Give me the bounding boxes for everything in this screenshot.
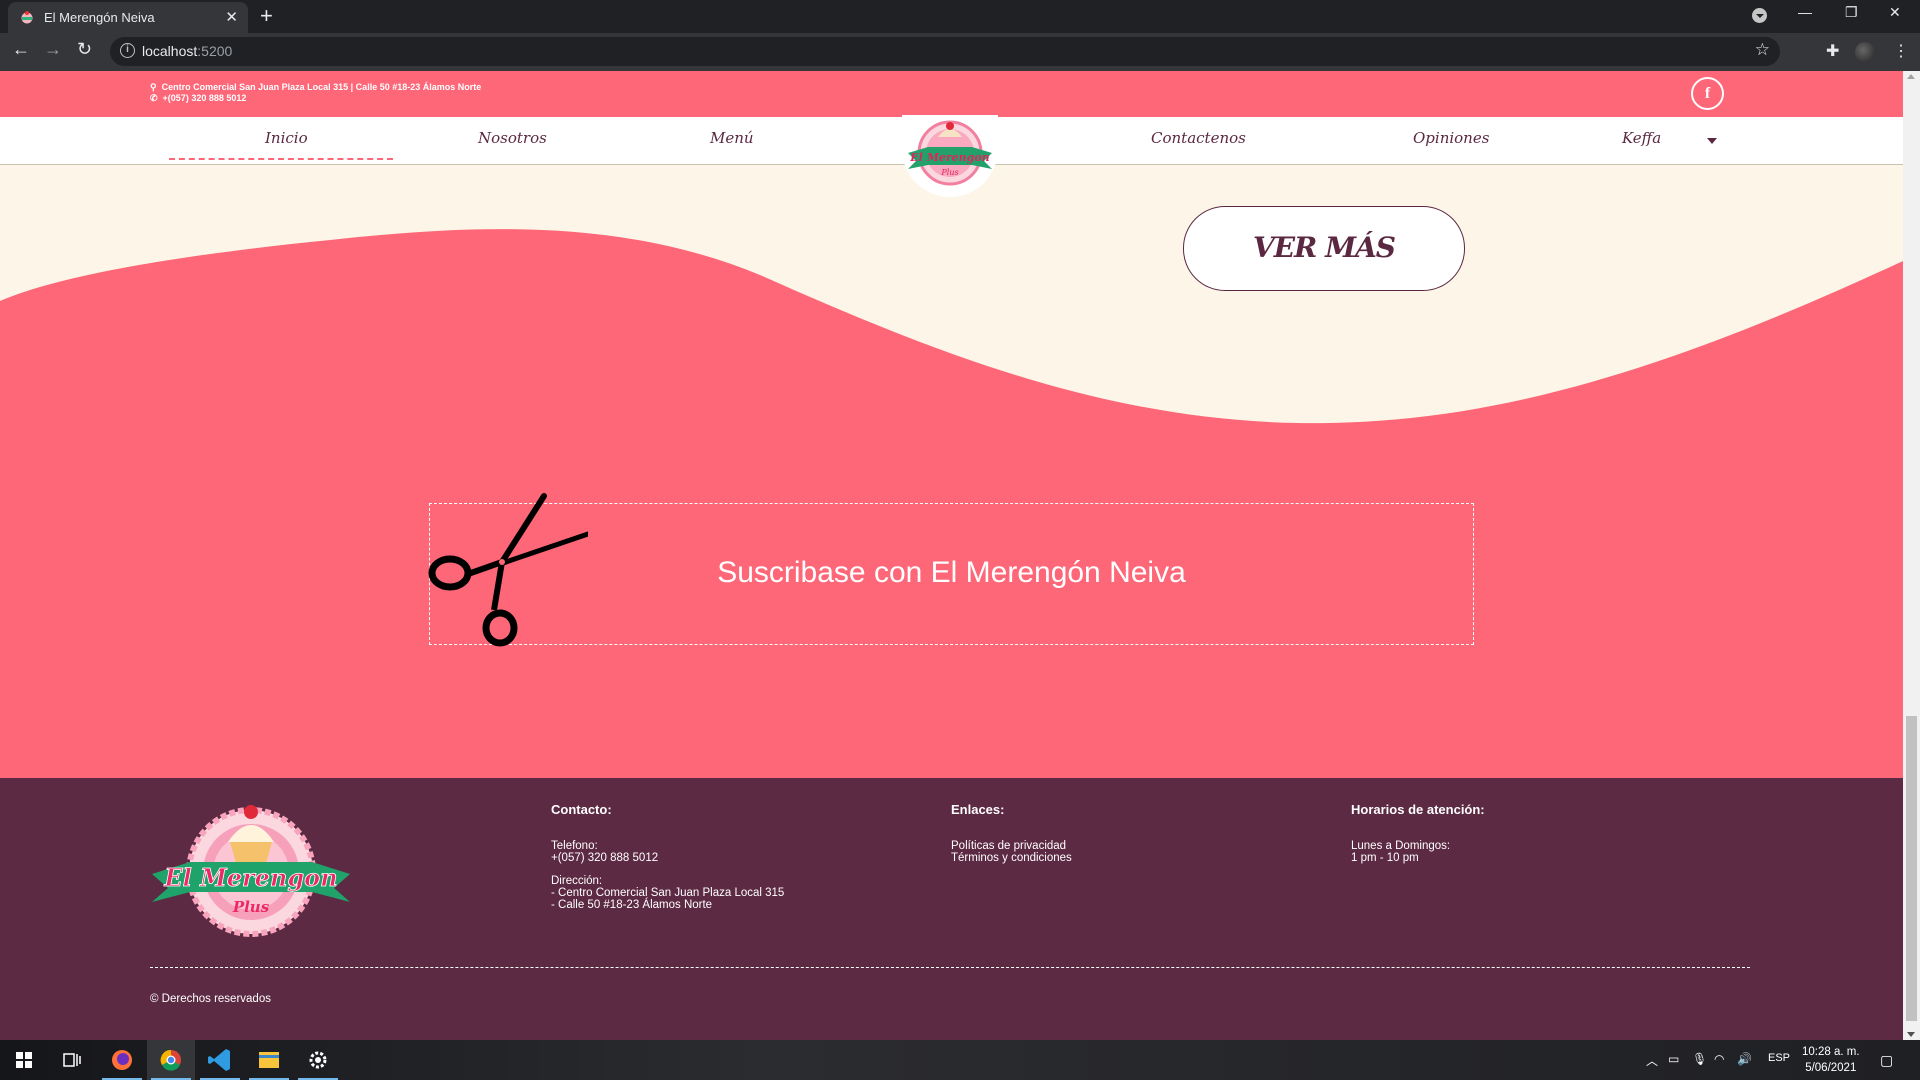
minimize-icon[interactable]: — — [1798, 4, 1812, 20]
footer-logo: El Merengon Plus — [152, 805, 350, 937]
privacy-policy-link[interactable]: Políticas de privacidad — [951, 840, 1072, 852]
bookmark-star-icon[interactable]: ☆ — [1755, 40, 1770, 60]
footer-hours-title: Horarios de atención: — [1351, 802, 1485, 817]
notifications-icon[interactable]: ▢ — [1880, 1052, 1893, 1069]
close-tab-icon[interactable]: ✕ — [225, 8, 238, 26]
footer-contact-title: Contacto: — [551, 802, 612, 817]
chrome-menu-icon[interactable]: ⋮ — [1893, 41, 1909, 61]
phone-icon: ✆ — [150, 93, 158, 103]
taskbar-clock[interactable]: 10:28 a. m. 5/06/2021 — [1802, 1044, 1860, 1076]
svg-text:El Merengon: El Merengon — [163, 863, 337, 892]
browser-tab-strip: El Merengón Neiva ✕ + — ❐ ✕ — [0, 0, 1920, 33]
scrollbar-thumb[interactable] — [1906, 716, 1917, 1021]
wave-background — [0, 165, 1903, 778]
chrome-taskbar-icon[interactable] — [147, 1040, 195, 1080]
windows-start-icon[interactable] — [0, 1040, 48, 1080]
scroll-down-icon[interactable] — [1907, 1032, 1915, 1037]
merengon-logo-icon: El Merengon Plus — [908, 120, 992, 186]
settings-taskbar-icon[interactable] — [294, 1040, 342, 1080]
scissors-icon — [428, 493, 588, 647]
profile-avatar[interactable] — [1855, 42, 1875, 62]
nav-item-opiniones[interactable]: Opiniones — [1413, 129, 1489, 147]
url-text: localhost:5200 — [142, 43, 233, 59]
volume-icon[interactable]: 🔊 — [1737, 1052, 1752, 1066]
site-footer: El Merengon Plus Contacto: Telefono: +(05… — [0, 778, 1903, 1040]
site-favicon-icon — [21, 11, 33, 24]
footer-links: Enlaces: Políticas de privacidad Término… — [951, 802, 1072, 864]
site-info-icon[interactable]: i — [120, 43, 135, 58]
windows-taskbar: ︿ ▭ 🎙 ◠ 🔊 ESP 10:28 a. m. 5/06/2021 ▢ — [0, 1040, 1920, 1080]
chevron-down-icon[interactable] — [1707, 138, 1717, 144]
browser-toolbar: ← → ↻ i localhost:5200 ☆ ✚ ⋮ — [0, 33, 1920, 71]
footer-address-label: Dirección: — [551, 875, 603, 887]
svg-text:Plus: Plus — [232, 898, 270, 916]
copyright-text: © Derechos reservados — [150, 993, 271, 1005]
footer-phone-label: Telefono: — [551, 840, 598, 852]
wifi-icon[interactable]: ◠ — [1714, 1052, 1724, 1066]
extensions-icon[interactable]: ✚ — [1826, 41, 1839, 61]
close-window-icon[interactable]: ✕ — [1889, 4, 1901, 21]
tray-overflow-icon[interactable]: ︿ — [1646, 1052, 1658, 1069]
scroll-up-icon[interactable] — [1907, 74, 1915, 79]
footer-hours-days: Lunes a Domingos: — [1351, 840, 1451, 852]
battery-icon[interactable]: ▭ — [1668, 1052, 1679, 1066]
svg-text:Plus: Plus — [940, 168, 958, 177]
topbar-phone: +(057) 320 888 5012 — [162, 93, 247, 103]
location-pin-icon: ⚲ — [150, 82, 157, 92]
contact-strip: ⚲ Centro Comercial San Juan Plaza Local 3… — [150, 82, 481, 104]
file-explorer-taskbar-icon[interactable] — [245, 1040, 293, 1080]
facebook-icon[interactable]: f — [1691, 77, 1724, 110]
nav-item-contactenos[interactable]: Contactenos — [1151, 129, 1246, 147]
svg-text:El Merengon: El Merengon — [909, 151, 989, 164]
firefox-taskbar-icon[interactable] — [98, 1040, 146, 1080]
ver-mas-button[interactable]: VER MÁS — [1183, 206, 1465, 291]
topbar-address: Centro Comercial San Juan Plaza Local 31… — [161, 82, 482, 92]
nav-logo-badge[interactable]: El Merengon Plus — [902, 115, 998, 197]
address-bar[interactable]: i localhost:5200 ☆ — [110, 37, 1780, 66]
page-scrollbar[interactable] — [1903, 71, 1920, 1040]
vscode-taskbar-icon[interactable] — [196, 1040, 244, 1080]
site-topbar: ⚲ Centro Comercial San Juan Plaza Local 3… — [0, 71, 1903, 117]
clock-date: 5/06/2021 — [1805, 1062, 1857, 1074]
footer-hours: Horarios de atención: Lunes a Domingos: 1… — [1351, 802, 1485, 875]
browser-tab[interactable]: El Merengón Neiva ✕ — [8, 2, 248, 33]
footer-links-title: Enlaces: — [951, 802, 1005, 817]
active-nav-underline — [169, 158, 393, 160]
restore-icon[interactable]: ❐ — [1845, 4, 1858, 21]
terms-link[interactable]: Términos y condiciones — [951, 852, 1072, 864]
tab-search-icon[interactable] — [1752, 8, 1767, 23]
footer-hours-time: 1 pm - 10 pm — [1351, 852, 1419, 864]
forward-icon[interactable]: → — [44, 39, 62, 60]
nav-item-keffa[interactable]: Keffa — [1622, 129, 1661, 147]
nav-item-nosotros[interactable]: Nosotros — [478, 129, 547, 147]
microphone-icon[interactable]: 🎙 — [1692, 1052, 1707, 1066]
footer-phone: +(057) 320 888 5012 — [551, 852, 659, 864]
footer-contact: Contacto: Telefono: +(057) 320 888 5012 D… — [551, 802, 785, 922]
tab-title: El Merengón Neiva — [44, 10, 155, 25]
new-tab-icon[interactable]: + — [260, 4, 273, 28]
nav-item-inicio[interactable]: Inicio — [265, 129, 308, 147]
nav-item-menu[interactable]: Menú — [710, 129, 754, 147]
footer-address-1: - Centro Comercial San Juan Plaza Local … — [551, 887, 785, 899]
language-indicator[interactable]: ESP — [1768, 1052, 1790, 1064]
footer-address-2: - Calle 50 #18-23 Álamos Norte — [551, 899, 713, 911]
task-view-icon[interactable] — [48, 1040, 96, 1080]
clock-time: 10:28 a. m. — [1802, 1046, 1860, 1058]
footer-divider — [150, 967, 1750, 968]
reload-icon[interactable]: ↻ — [77, 39, 92, 60]
back-icon[interactable]: ← — [12, 39, 30, 60]
